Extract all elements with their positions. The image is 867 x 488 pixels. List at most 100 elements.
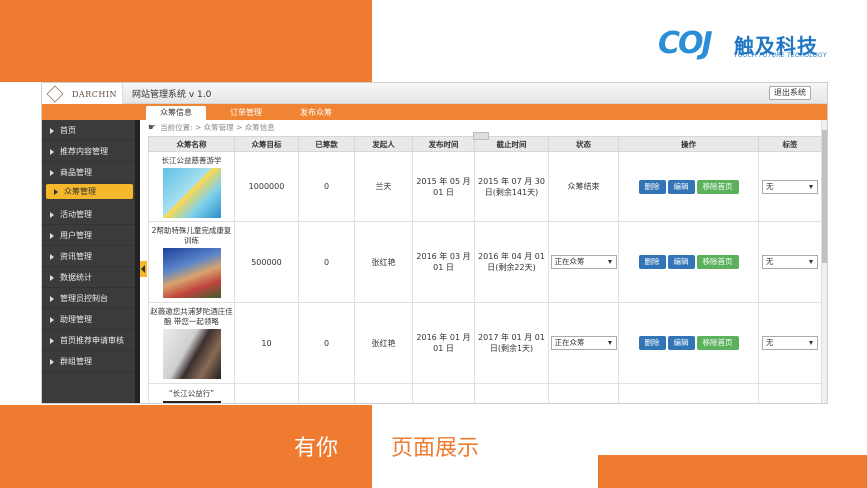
remove-home-button[interactable]: 移除首页 bbox=[696, 255, 739, 269]
chevron-right-icon bbox=[50, 169, 54, 176]
tab-crowdfund-info[interactable]: 众筹信息 bbox=[146, 106, 206, 120]
delete-button[interactable]: 删除 bbox=[638, 336, 666, 350]
chevron-right-icon bbox=[50, 253, 54, 260]
delete-button[interactable]: 删除 bbox=[638, 255, 666, 269]
tag-select[interactable]: 无 bbox=[762, 179, 818, 194]
sidebar-item-statistics[interactable]: 数据统计 bbox=[42, 267, 140, 288]
cell-publish: 2015 年 05 月 01 日 bbox=[412, 151, 475, 222]
tab-publish-crowdfund[interactable]: 发布众筹 bbox=[290, 106, 342, 120]
project-thumbnail[interactable] bbox=[162, 167, 221, 218]
cell-initiator: 张红艳 bbox=[354, 302, 413, 384]
sidebar-item-assistants[interactable]: 助理管理 bbox=[42, 309, 140, 330]
chevron-right-icon bbox=[50, 232, 54, 239]
col-header-tag[interactable]: 标签 bbox=[758, 136, 821, 152]
cell-initiator: 张红艳 bbox=[354, 221, 413, 303]
table-row: “长江公益行” bbox=[148, 383, 821, 403]
col-header-status[interactable]: 状态 bbox=[548, 136, 619, 152]
cell-actions: 删除 编辑 移除首页 bbox=[618, 302, 759, 384]
sidebar-item-home[interactable]: 首页 bbox=[42, 120, 140, 141]
sidebar-item-home-review[interactable]: 首页推荐申请审核 bbox=[42, 330, 140, 351]
crowdfund-table: 众筹名称 众筹目标 已筹款 发起人 发布时间 截止时间 状态 操作 标签 长江公… bbox=[148, 136, 821, 403]
collapse-sidebar-icon[interactable] bbox=[140, 261, 147, 277]
cell-deadline: 2015 年 07 月 30 日(剩余141天) bbox=[474, 151, 549, 222]
cell-raised: 0 bbox=[298, 221, 355, 303]
status-select[interactable]: 正在众筹 bbox=[550, 336, 617, 350]
cell-status: 正在众筹 bbox=[548, 302, 619, 384]
chevron-right-icon bbox=[50, 211, 54, 218]
col-header-raised[interactable]: 已筹款 bbox=[298, 136, 355, 152]
column-sort-handle[interactable] bbox=[473, 132, 489, 140]
remove-home-button[interactable]: 移除首页 bbox=[696, 179, 739, 194]
caption-left: 有你 bbox=[294, 436, 339, 461]
sidebar-item-crowdfund[interactable]: 众筹管理 bbox=[46, 184, 133, 199]
cell-name: “长江公益行” bbox=[148, 383, 235, 403]
sidebar-item-recommend[interactable]: 推荐内容管理 bbox=[42, 141, 140, 162]
cell-initiator bbox=[354, 383, 413, 403]
delete-button[interactable]: 删除 bbox=[638, 179, 666, 194]
remove-home-button[interactable]: 移除首页 bbox=[696, 336, 739, 350]
cell-raised bbox=[298, 383, 355, 403]
brand-name-en: TOUCH FUTURE TECHOLOGY bbox=[734, 52, 827, 59]
chevron-right-icon bbox=[50, 316, 54, 323]
col-header-target[interactable]: 众筹目标 bbox=[234, 136, 299, 152]
sidebar-item-admin-console[interactable]: 管理员控制台 bbox=[42, 288, 140, 309]
project-name[interactable]: 赵薇邀您共浦梦陀酒庄佳酿 带您一起领略 bbox=[150, 307, 233, 327]
tag-select[interactable]: 无 bbox=[762, 255, 818, 269]
col-header-initiator[interactable]: 发起人 bbox=[354, 136, 413, 152]
project-thumbnail[interactable] bbox=[162, 400, 221, 403]
system-title: 网站管理系统 v 1.0 bbox=[132, 90, 212, 100]
tag-select[interactable]: 无 bbox=[762, 336, 818, 350]
col-header-name[interactable]: 众筹名称 bbox=[148, 136, 235, 152]
cell-status: 众筹结束 bbox=[548, 151, 619, 222]
project-thumbnail[interactable] bbox=[162, 248, 221, 298]
col-header-actions: 操作 bbox=[618, 136, 759, 152]
col-header-publish[interactable]: 发布时间 bbox=[412, 136, 475, 152]
brand-logo: COJ 触及科技 TOUCH FUTURE TECHOLOGY bbox=[658, 28, 858, 64]
chevron-right-icon bbox=[54, 188, 58, 195]
project-thumbnail[interactable] bbox=[162, 329, 221, 379]
cell-name: 长江公益慈善游学 bbox=[148, 151, 235, 222]
tab-order-management[interactable]: 订单管理 bbox=[220, 106, 272, 120]
project-name[interactable]: “长江公益行” bbox=[150, 389, 233, 399]
cell-deadline: 2016 年 04 月 01 日(剩余22天) bbox=[474, 221, 549, 303]
sidebar-item-products[interactable]: 商品管理 bbox=[42, 162, 140, 183]
sidebar: 首页 推荐内容管理 商品管理 众筹管理 活动管理 用户管理 资讯管理 数据统计 … bbox=[42, 120, 140, 403]
cell-status bbox=[548, 383, 619, 403]
status-select[interactable]: 正在众筹 bbox=[550, 255, 617, 269]
sidebar-item-groups[interactable]: 群组管理 bbox=[42, 351, 140, 372]
cell-raised: 0 bbox=[298, 302, 355, 384]
sidebar-item-activities[interactable]: 活动管理 bbox=[42, 204, 140, 225]
caption-right: 页面展示 bbox=[391, 436, 480, 461]
cell-publish: 2016 年 01 月 01 日 bbox=[412, 302, 475, 384]
cell-tag: 无 bbox=[758, 151, 821, 222]
cell-target: 10 bbox=[234, 302, 299, 384]
breadcrumb-text: 当前位置: > 众筹管理 > 众筹信息 bbox=[160, 123, 275, 132]
chevron-right-icon bbox=[50, 148, 54, 155]
hand-pointer-icon: ☛ bbox=[148, 123, 157, 133]
edit-button[interactable]: 编辑 bbox=[667, 336, 695, 350]
breadcrumb: ☛ 当前位置: > 众筹管理 > 众筹信息 bbox=[148, 121, 275, 135]
cell-name: 2帮助特殊儿童完成康复训练 bbox=[148, 221, 235, 303]
cell-status: 正在众筹 bbox=[548, 221, 619, 303]
cell-name: 赵薇邀您共浦梦陀酒庄佳酿 带您一起领略 bbox=[148, 302, 235, 384]
admin-window: DARCHIN 网站管理系统 v 1.0 退出系统 众筹信息 订单管理 发布众筹… bbox=[41, 82, 828, 404]
edit-button[interactable]: 编辑 bbox=[667, 255, 695, 269]
project-name[interactable]: 长江公益慈善游学 bbox=[150, 156, 233, 166]
chevron-right-icon bbox=[50, 295, 54, 302]
cell-tag: 无 bbox=[758, 302, 821, 384]
diamond-logo-icon bbox=[46, 85, 64, 103]
cell-initiator: 兰天 bbox=[354, 151, 413, 222]
logout-button[interactable]: 退出系统 bbox=[769, 86, 811, 100]
sidebar-item-users[interactable]: 用户管理 bbox=[42, 225, 140, 246]
sidebar-item-news[interactable]: 资讯管理 bbox=[42, 246, 140, 267]
edit-button[interactable]: 编辑 bbox=[667, 179, 695, 194]
table-row: 赵薇邀您共浦梦陀酒庄佳酿 带您一起领略 10 0 张红艳 2016 年 01 月… bbox=[148, 302, 821, 384]
cell-actions: 删除 编辑 移除首页 bbox=[618, 151, 759, 222]
cell-deadline bbox=[474, 383, 549, 403]
project-name[interactable]: 2帮助特殊儿童完成康复训练 bbox=[150, 226, 233, 246]
tab-bar: 众筹信息 订单管理 发布众筹 bbox=[42, 104, 827, 120]
decor-block-bottom-right bbox=[598, 455, 867, 488]
decor-block-top-left bbox=[0, 0, 372, 82]
main-scrollbar-thumb[interactable] bbox=[822, 130, 827, 263]
cell-target: 500000 bbox=[234, 221, 299, 303]
